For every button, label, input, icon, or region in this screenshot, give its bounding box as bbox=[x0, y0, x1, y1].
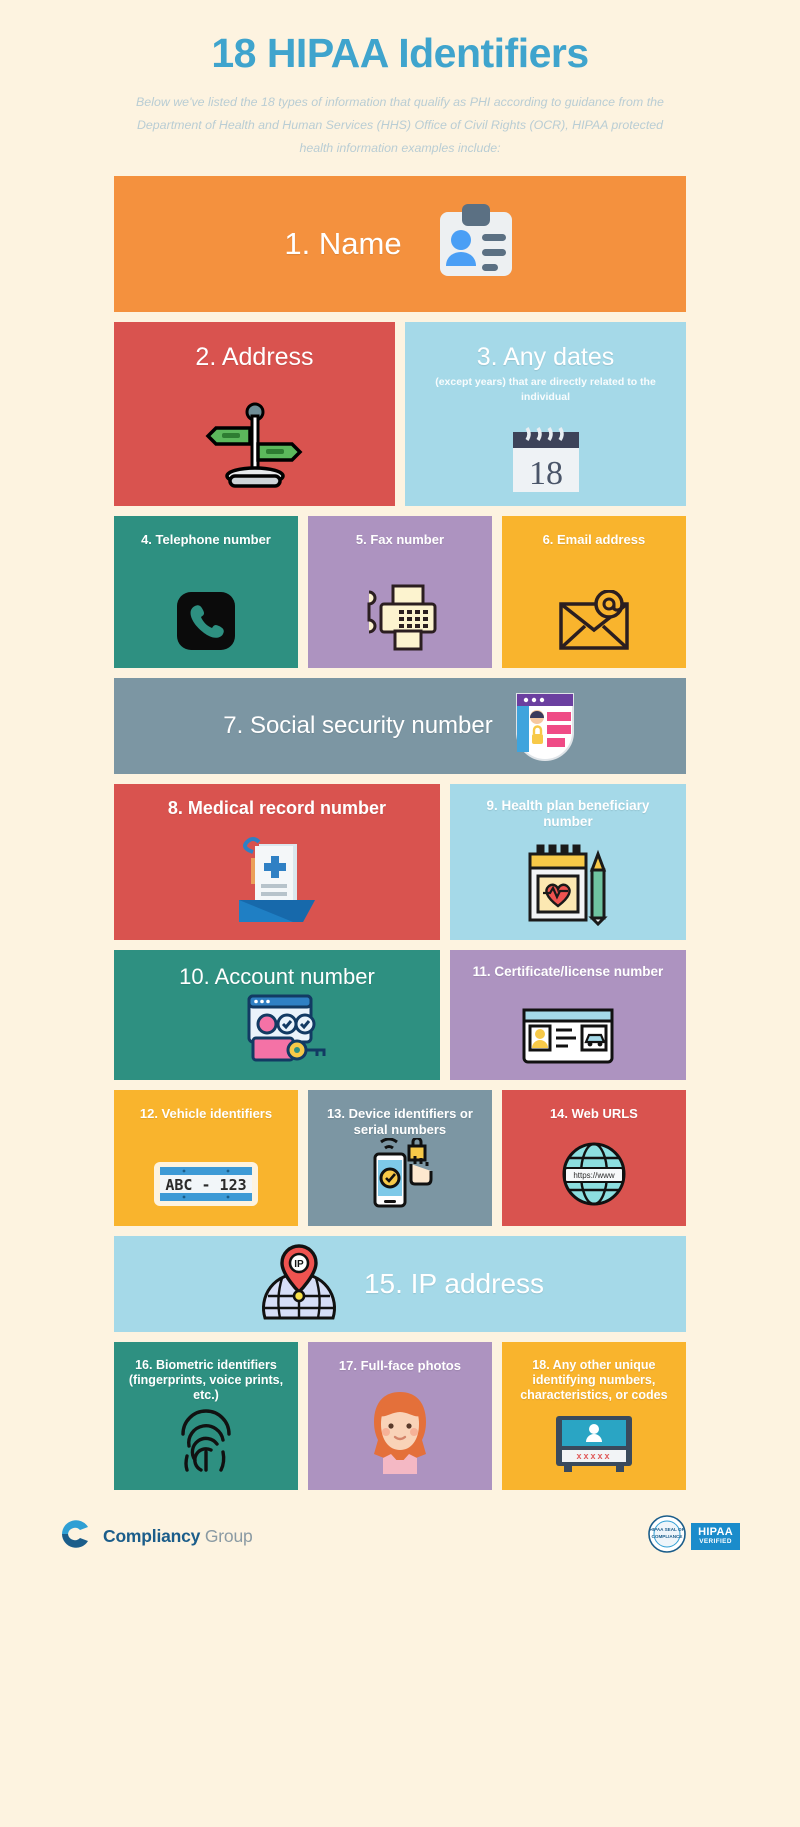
account-login-icon bbox=[225, 994, 329, 1066]
hipaa-verified-line2: VERIFIED bbox=[699, 1537, 732, 1545]
identifier-card-7: 7. Social security number bbox=[114, 677, 686, 774]
smartphone-unlock-icon bbox=[357, 1137, 443, 1210]
identifier-label-13: 13. Device identifiers or serial numbers bbox=[326, 1105, 473, 1137]
brand-logo[interactable]: Compliancy Group bbox=[60, 1519, 253, 1554]
map-pin-ip-icon: IP bbox=[256, 1244, 342, 1324]
identifier-card-15: IP 15. IP address bbox=[114, 1235, 686, 1332]
identifier-label-2: 2. Address bbox=[195, 342, 314, 371]
hipaa-seal-of-compliance-icon: HIPAA SEAL OF COMPLIANCE bbox=[647, 1514, 687, 1559]
face-photo-icon bbox=[357, 1386, 443, 1474]
header: 18 HIPAA Identifiers Below we've listed … bbox=[50, 0, 750, 160]
globe-url-text: https://www bbox=[573, 1171, 615, 1180]
identifier-label-1: 1. Name bbox=[284, 226, 402, 262]
identifier-card-3: 3. Any dates (except years) that are dir… bbox=[405, 321, 686, 506]
identifier-card-6: 6. Email address bbox=[501, 515, 686, 668]
license-plate-text: ABC - 123 bbox=[165, 1176, 246, 1194]
fax-machine-icon bbox=[361, 584, 439, 652]
secure-profile-shield-icon bbox=[513, 690, 577, 762]
grid-row-8: IP 15. IP address bbox=[114, 1235, 686, 1332]
identifier-card-16: 16. Biometric identifiers (fingerprints,… bbox=[114, 1341, 298, 1490]
grid-row-7: 12. Vehicle identifiers ABC - 123 13. De… bbox=[114, 1089, 686, 1226]
identifier-label-12: 12. Vehicle identifiers bbox=[139, 1105, 273, 1121]
brand-name-secondary: Group bbox=[204, 1525, 253, 1546]
compliancy-group-mark-icon bbox=[60, 1519, 94, 1554]
signpost-icon bbox=[200, 396, 310, 496]
identifier-card-14: 14. Web URLS https://www bbox=[501, 1089, 686, 1226]
identifier-card-4: 4. Telephone number bbox=[114, 515, 298, 668]
grid-row-6: 10. Account number 11. Certificate/licen… bbox=[114, 949, 686, 1080]
drivers-license-icon bbox=[520, 1006, 616, 1066]
identifier-card-10: 10. Account number bbox=[114, 949, 440, 1080]
secure-server-text: xxxxx bbox=[576, 1451, 611, 1461]
identifier-card-11: 11. Certificate/license number bbox=[449, 949, 686, 1080]
identifier-label-5: 5. Fax number bbox=[355, 531, 444, 547]
identifier-label-4: 4. Telephone number bbox=[141, 531, 271, 547]
grid-row-4: 7. Social security number bbox=[114, 677, 686, 774]
page-title: 18 HIPAA Identifiers bbox=[211, 30, 589, 76]
compliance-seals: HIPAA SEAL OF COMPLIANCE HIPAA VERIFIED bbox=[647, 1514, 740, 1559]
identifier-label-10: 10. Account number bbox=[179, 963, 375, 989]
identifier-label-16: 16. Biometric identifiers (fingerprints,… bbox=[128, 1357, 284, 1403]
seal-bottom-text: COMPLIANCE bbox=[652, 1534, 683, 1539]
secure-server-icon: xxxxx bbox=[550, 1412, 638, 1474]
identifier-card-13: 13. Device identifiers or serial numbers bbox=[307, 1089, 492, 1226]
identifier-sublabel-3: (except years) that are directly related… bbox=[435, 376, 656, 403]
identifier-label-9: 9. Health plan beneficiary number bbox=[486, 797, 650, 830]
health-calendar-icon bbox=[522, 844, 614, 926]
medical-file-icon bbox=[229, 832, 325, 926]
identifier-grid: 1. Name 2. Address 3. Any dates (except … bbox=[114, 175, 686, 1500]
brand-name-primary: Compliancy bbox=[103, 1525, 201, 1546]
calendar-day-number: 18 bbox=[529, 455, 563, 492]
grid-row-3: 4. Telephone number 5. Fax number 6. Ema… bbox=[114, 515, 686, 668]
license-plate-icon: ABC - 123 bbox=[150, 1158, 262, 1210]
identifier-card-9: 9. Health plan beneficiary number bbox=[449, 783, 686, 940]
identifier-card-8: 8. Medical record number bbox=[114, 783, 440, 940]
grid-row-9: 16. Biometric identifiers (fingerprints,… bbox=[114, 1341, 686, 1490]
page-subtitle: Below we've listed the 18 types of infor… bbox=[136, 95, 664, 156]
identifier-card-12: 12. Vehicle identifiers ABC - 123 bbox=[114, 1089, 298, 1226]
envelope-at-icon bbox=[555, 589, 633, 652]
infographic-page: 18 HIPAA Identifiers Below we've listed … bbox=[0, 0, 800, 1827]
map-pin-ip-text: IP bbox=[294, 1259, 304, 1270]
identifier-label-3: 3. Any dates bbox=[476, 342, 615, 371]
identifier-label-14: 14. Web URLS bbox=[549, 1105, 638, 1121]
grid-row-2: 2. Address 3. Any dates (except years) t… bbox=[114, 321, 686, 506]
identifier-card-2: 2. Address bbox=[114, 321, 395, 506]
identifier-label-17: 17. Full-face photos bbox=[338, 1357, 461, 1373]
fingerprint-icon bbox=[175, 1408, 237, 1474]
calendar-icon: 18 bbox=[507, 426, 585, 496]
identifier-card-18: 18. Any other unique identifying numbers… bbox=[501, 1341, 686, 1490]
phone-icon bbox=[175, 590, 237, 652]
grid-row-1: 1. Name bbox=[114, 175, 686, 312]
identifier-label-8: 8. Medical record number bbox=[167, 797, 386, 818]
grid-row-5: 8. Medical record number 9. Health plan … bbox=[114, 783, 686, 940]
identifier-label-15: 15. IP address bbox=[363, 1267, 545, 1299]
identifier-card-17: 17. Full-face photos bbox=[307, 1341, 492, 1490]
identifier-label-6: 6. Email address bbox=[542, 531, 646, 547]
seal-top-text: HIPAA SEAL OF bbox=[650, 1527, 685, 1532]
identifier-label-11: 11. Certificate/license number bbox=[472, 963, 664, 979]
brand-name: Compliancy Group bbox=[103, 1526, 253, 1547]
hipaa-verified-badge: HIPAA VERIFIED bbox=[691, 1523, 740, 1550]
identifier-card-1: 1. Name bbox=[114, 175, 686, 312]
footer: Compliancy Group HIPAA SEAL OF COMPLIANC… bbox=[50, 1514, 750, 1559]
identifier-label-7: 7. Social security number bbox=[223, 712, 493, 740]
identifier-card-5: 5. Fax number bbox=[307, 515, 492, 668]
id-card-icon bbox=[420, 203, 516, 284]
identifier-label-18: 18. Any other unique identifying numbers… bbox=[520, 1357, 668, 1403]
globe-url-icon: https://www bbox=[551, 1138, 637, 1210]
